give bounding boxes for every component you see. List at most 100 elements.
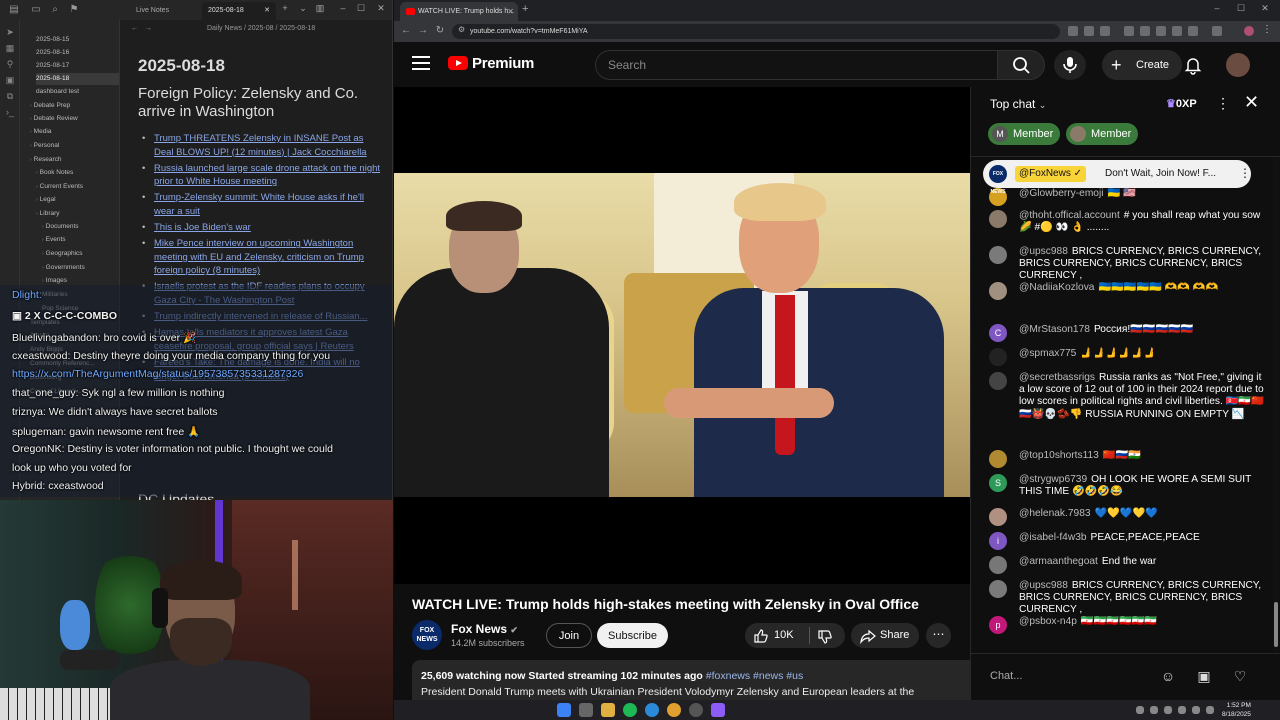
file-tree-item[interactable]: 2025-08-16 (36, 47, 119, 59)
video-description[interactable]: 25,609 watching now Started streaming 10… (412, 660, 980, 700)
note-link[interactable]: Mike Pence interview on upcoming Washing… (139, 237, 384, 278)
chat-avatar[interactable]: i (989, 532, 1007, 550)
chat-author[interactable]: @psbox-n4p (1019, 616, 1077, 627)
search-input[interactable] (608, 51, 988, 79)
chat-message[interactable]: @armaanthegoat End the war (989, 556, 1264, 574)
chat-message[interactable]: i @isabel-f4w3b PEACE,PEACE,PEACE (989, 532, 1264, 550)
breadcrumb-item[interactable]: 2025-08 (248, 25, 274, 32)
notifications-bell-icon[interactable] (1182, 54, 1204, 76)
chat-avatar[interactable] (989, 210, 1007, 228)
folder-icon[interactable]: ▭ (30, 4, 42, 16)
bookmark-icon[interactable]: ⚑ (68, 4, 80, 16)
address-bar[interactable]: ⚙ youtube.com/watch?v=tmMeF61MiYA (452, 24, 1060, 39)
bookmark-star-icon[interactable] (1100, 26, 1110, 36)
maximize-icon[interactable]: ☐ (1232, 3, 1250, 14)
chat-avatar[interactable] (989, 372, 1007, 390)
create-button[interactable]: + Create (1102, 50, 1182, 80)
chat-avatar[interactable]: C (989, 324, 1007, 342)
chat-author[interactable]: @thoht.offical.account (1019, 210, 1120, 221)
chat-mode-dropdown[interactable]: Top chat ⌄ (990, 97, 1046, 111)
tab-live-notes[interactable]: Live Notes (130, 2, 198, 20)
file-tree-item[interactable]: 2025-08-18 (36, 73, 119, 85)
chat-message[interactable]: S @strygwp6739 OH LOOK HE WORE A SEMI SUIT… (989, 474, 1264, 498)
chrome-icon[interactable] (667, 703, 681, 717)
close-icon[interactable]: ✕ (1244, 92, 1259, 113)
xp-badge[interactable]: ♛0XP (1166, 97, 1197, 110)
edge-icon[interactable] (645, 703, 659, 717)
file-explorer-icon[interactable] (601, 703, 615, 717)
chat-message[interactable]: @secretbassrigs Russia ranks as "Not Free… (989, 372, 1264, 421)
chat-avatar[interactable] (989, 246, 1007, 264)
copy-icon[interactable]: ⧉ (4, 90, 16, 102)
puzzle-icon[interactable] (1188, 26, 1198, 36)
close-window-icon[interactable]: ✕ (1256, 3, 1274, 14)
member-chip[interactable]: Member (1066, 123, 1138, 145)
chat-message[interactable]: @upsc988 BRICS CURRENCY, BRICS CURRENCY, … (989, 580, 1264, 617)
subscribe-button[interactable]: Subscribe (597, 623, 668, 648)
grid-icon[interactable]: ▦ (4, 42, 16, 54)
chat-message[interactable]: @helenak.7983 💙💛💙💛💙 (989, 508, 1264, 526)
breadcrumb-item[interactable]: 2025-08-18 (279, 25, 315, 32)
chat-message[interactable]: C @MrStason178 Россия!🇷🇺🇷🇺🇷🇺🇷🇺🇷🇺 (989, 324, 1264, 342)
chat-author[interactable]: @Glowberry-emoji (1019, 188, 1104, 199)
join-button[interactable]: Join (546, 623, 592, 648)
maximize-icon[interactable]: ☐ (354, 3, 368, 14)
member-chip[interactable]: M Member (988, 123, 1060, 145)
chat-author[interactable]: @strygwp6739 (1019, 474, 1087, 485)
chat-message[interactable]: p @psbox-n4p 🇮🇷🇮🇷🇮🇷🇮🇷🇮🇷🇮🇷 (989, 616, 1264, 634)
wifi-icon[interactable] (1192, 706, 1200, 714)
new-tab-icon[interactable]: + (522, 3, 528, 15)
site-info-icon[interactable]: ⚙ (458, 25, 465, 34)
pinned-message[interactable]: FOX NEWS @FoxNews ✓ Don't Wait, Join Now… (983, 160, 1251, 195)
breadcrumb-item[interactable]: Daily News (207, 25, 242, 32)
chat-avatar[interactable] (989, 580, 1007, 598)
tray-icon[interactable] (1136, 706, 1144, 714)
back-arrow-icon[interactable]: ← (399, 25, 413, 36)
extension-icon[interactable] (1124, 26, 1134, 36)
new-tab-icon[interactable]: + (278, 3, 292, 13)
split-view-icon[interactable]: ▥ (313, 3, 327, 14)
voice-search-button[interactable] (1054, 50, 1086, 80)
chat-author[interactable]: @armaanthegoat (1019, 556, 1098, 567)
note-link[interactable]: Russia launched large scale drone attack… (139, 162, 384, 189)
chat-author[interactable]: @NadiiaKozlova (1019, 282, 1094, 293)
file-tree-item[interactable]: › Research (30, 154, 119, 166)
tray-icon[interactable] (1164, 706, 1172, 714)
note-link[interactable]: Trump THREATENS Zelensky in INSANE Post … (139, 132, 384, 159)
chat-author[interactable]: @upsc988 (1019, 246, 1068, 257)
search-icon[interactable]: ⌕ (49, 4, 61, 16)
scrollbar-thumb[interactable] (1274, 602, 1278, 647)
extension-icon[interactable] (1156, 26, 1166, 36)
close-tab-icon[interactable]: ✕ (507, 2, 514, 21)
extension-icon[interactable] (1172, 26, 1182, 36)
file-tree-item[interactable]: › Governments (42, 262, 119, 274)
tray-icon[interactable] (1150, 706, 1158, 714)
chat-author[interactable]: @top10shorts113 (1019, 450, 1099, 461)
close-window-icon[interactable]: ✕ (374, 3, 388, 14)
more-actions-icon[interactable]: ⋯ (926, 623, 951, 648)
profile-icon[interactable] (1244, 26, 1254, 36)
chat-input[interactable] (990, 666, 1150, 686)
chat-author[interactable]: @MrStason178 (1019, 324, 1090, 335)
navigate-icon[interactable]: ➤ (4, 26, 16, 38)
search-button[interactable] (997, 50, 1045, 80)
forward-arrow-icon[interactable]: → (145, 20, 152, 38)
chat-author[interactable]: @upsc988 (1019, 580, 1068, 591)
kebab-menu-icon[interactable]: ⋮ (1262, 25, 1272, 35)
app-icon[interactable] (689, 703, 703, 717)
file-tree-item[interactable]: › Events (42, 234, 119, 246)
obsidian-icon[interactable] (711, 703, 725, 717)
volume-icon[interactable] (1206, 706, 1214, 714)
chat-message[interactable]: @NadiiaKozlova 🇺🇦🇺🇦🇺🇦🇺🇦🇺🇦 🫶🫶 🫶🫶 (989, 282, 1264, 300)
chat-author[interactable]: @isabel-f4w3b (1019, 532, 1087, 543)
note-link[interactable]: Trump-Zelensky summit: White House asks … (139, 191, 384, 218)
sidepanel-icon[interactable] (1212, 26, 1222, 36)
channel-avatar[interactable]: FOX NEWS (412, 620, 442, 650)
reload-icon[interactable]: ↻ (433, 25, 447, 36)
start-menu-icon[interactable] (557, 703, 571, 717)
spotify-icon[interactable] (623, 703, 637, 717)
kebab-menu-icon[interactable]: ⋮ (1216, 95, 1230, 112)
chat-message[interactable]: @thoht.offical.account # you shall reap w… (989, 210, 1264, 234)
youtube-brand[interactable]: Premium (472, 55, 534, 72)
chat-scrollbar[interactable] (1273, 157, 1279, 652)
